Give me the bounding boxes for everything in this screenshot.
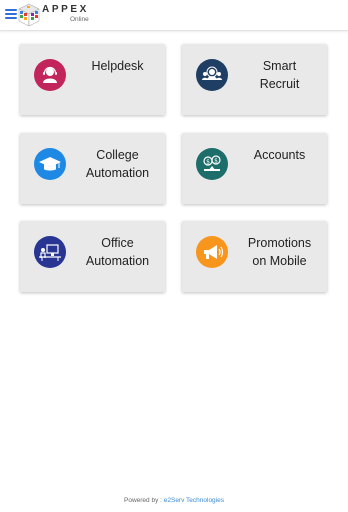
tile-accounts[interactable]: $ $ Accounts [182, 133, 327, 204]
tile-helpdesk[interactable]: Helpdesk [20, 44, 165, 115]
footer-prefix: Powered by : [124, 497, 164, 504]
tile-label: Promotions on Mobile [247, 236, 312, 268]
tile-office-automation[interactable]: Office Automation [20, 221, 165, 292]
tile-smart-recruit[interactable]: Smart Recruit [182, 44, 327, 115]
office-desk-icon [34, 236, 66, 268]
tile-label: Accounts [253, 148, 306, 162]
svg-text:$: $ [206, 159, 210, 166]
hamburger-menu-icon[interactable] [5, 9, 17, 21]
brand-name: APPEX [42, 4, 89, 15]
tile-label: College Automation [85, 148, 150, 180]
tile-college-automation[interactable]: College Automation [20, 133, 165, 204]
helpdesk-agent-icon [34, 59, 66, 91]
megaphone-icon [196, 236, 228, 268]
company-link[interactable]: e2Serv Technologies [164, 497, 224, 504]
graduation-cap-icon [34, 148, 66, 180]
footer-credit: Powered by : e2Serv Technologies [0, 497, 348, 504]
recruit-icon [196, 59, 228, 91]
tile-label: Smart Recruit [259, 59, 300, 91]
appex-logo-icon [18, 3, 40, 27]
accounts-icon: $ $ [196, 148, 228, 180]
tile-label: Office Automation [85, 236, 150, 268]
svg-text:$: $ [214, 158, 218, 165]
app-header: APPEX Online [0, 0, 348, 31]
brand-subtitle: Online [70, 16, 89, 23]
tile-promotions-on-mobile[interactable]: Promotions on Mobile [182, 221, 327, 292]
tile-label: Helpdesk [91, 59, 144, 73]
